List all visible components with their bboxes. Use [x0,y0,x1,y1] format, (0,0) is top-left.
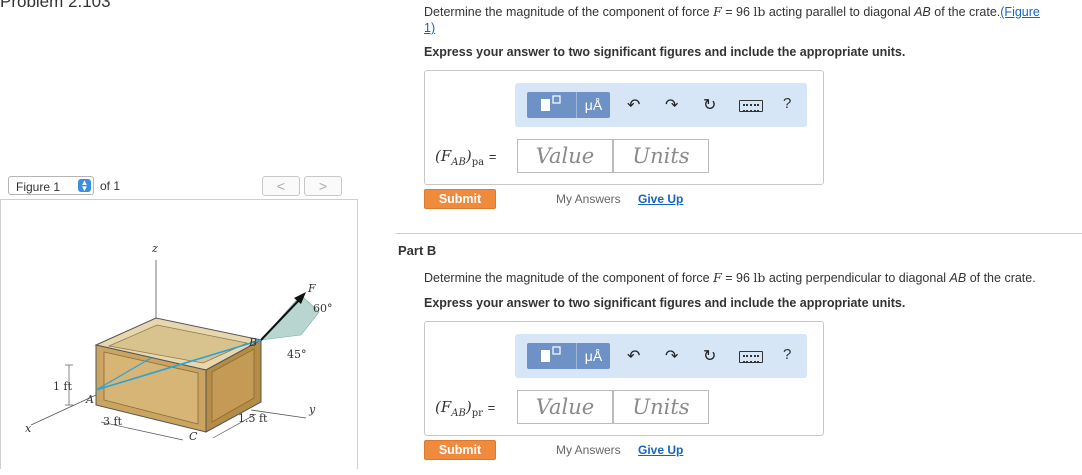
help-icon[interactable]: ? [783,346,791,363]
part-b-instruction: Express your answer to two significant f… [424,296,906,310]
point-a-label: A [85,393,94,406]
part-b-q-mid: acting perpendicular to diagonal [765,271,950,285]
redo-icon[interactable]: ↷ [665,346,678,366]
part-a-give-up[interactable]: Give Up [638,192,683,206]
part-a-toolbar: μÅ ↶ ↷ ↻ ? [515,83,807,127]
force-eq: = 96 [721,5,754,19]
part-b-units-input[interactable]: Units [613,390,709,424]
crate-figure: z x y F A B C 1 ft 3 ft 1.5 ft 60° 45° [25,242,333,443]
force-eq: = 96 [721,271,754,285]
figure-pager: Figure 1 ▲ ▼ of 1 < > [8,176,342,196]
equals-sign: = [488,149,497,164]
next-figure-button[interactable]: > [304,176,342,196]
part-b-toolbar: μÅ ↶ ↷ ↻ ? [515,334,807,378]
keyboard-icon[interactable] [739,100,763,112]
part-b-my-answers[interactable]: My Answers [556,443,621,457]
var-sub: AB [451,157,466,168]
redo-icon[interactable]: ↷ [665,95,678,115]
part-b-q-suffix: of the crate. [966,271,1036,285]
prev-figure-button[interactable]: < [262,176,300,196]
force-unit: lb [753,4,766,19]
var-sub2: pr [471,408,483,419]
axis-y-label: y [308,403,316,416]
equals-sign: = [487,400,496,415]
templates-icon [541,95,561,111]
axis-x-label: x [25,422,32,435]
angle-45-label: 45° [287,348,307,361]
figure-select[interactable]: Figure 1 ▲ ▼ [8,176,94,195]
var-sub2: pa [471,157,485,168]
part-a-variable: (FAB)pa = [435,147,496,168]
units-button[interactable]: μÅ [576,343,610,369]
point-b-label: B [248,336,257,349]
figure-select-value: Figure 1 [16,180,61,194]
help-icon[interactable]: ? [783,95,791,112]
figure-panel: z x y F A B C 1 ft 3 ft 1.5 ft 60° 45° [0,199,358,469]
part-a-q-mid: acting parallel to diagonal [765,5,915,19]
dim-1-5ft-label: 1.5 ft [238,412,268,425]
part-b-title: Part B [398,243,437,258]
dim-1ft-label: 1 ft [53,380,73,393]
part-b-value-input[interactable]: Value [517,390,613,424]
part-a-instruction: Express your answer to two significant f… [424,45,906,59]
part-a-submit-button[interactable]: Submit [424,189,496,209]
figure-count: of 1 [100,179,121,193]
undo-icon[interactable]: ↶ [627,95,640,115]
part-b-question: Determine the magnitude of the component… [424,270,1074,285]
part-b-q-text: Determine the magnitude of the component… [424,271,714,285]
force-unit: lb [753,270,766,285]
reset-icon[interactable]: ↻ [703,95,716,115]
var-sub: AB [451,408,466,419]
diagonal-ab: AB [949,271,967,285]
units-button[interactable]: μÅ [576,92,610,118]
part-a-my-answers[interactable]: My Answers [556,192,621,206]
dim-3ft-label: 3 ft [103,415,123,428]
figure-link-2[interactable]: 1) [424,21,435,35]
part-b-give-up[interactable]: Give Up [638,443,683,457]
force-var: F [713,270,722,285]
diagonal-ab: AB [914,5,931,19]
point-c-label: C [189,430,198,443]
var-main: (F [435,398,452,416]
axis-z-label: z [151,242,158,255]
reset-icon[interactable]: ↻ [703,346,716,366]
force-var: F [713,4,722,19]
part-a-q-suffix: of the crate. [930,5,1001,19]
templates-button[interactable] [527,343,577,369]
chevron-left-icon: < [276,178,286,194]
part-a-units-input[interactable]: Units [613,139,709,173]
part-a-answer-box: μÅ ↶ ↷ ↻ ? (FAB)pa = Value Units [424,70,824,185]
undo-icon[interactable]: ↶ [627,346,640,366]
problem-title: Problem 2.103 [0,0,111,11]
templates-icon [541,346,561,362]
force-f-label: F [307,282,316,295]
part-a-question: Determine the magnitude of the component… [424,4,1074,36]
var-main: (F [435,147,452,165]
chevron-updown-icon: ▲ ▼ [78,179,91,193]
templates-button[interactable] [527,92,577,118]
part-b-answer-box: μÅ ↶ ↷ ↻ ? (FAB)pr = Value Units [424,321,824,436]
part-a-q-text: Determine the magnitude of the component… [424,5,714,19]
keyboard-icon[interactable] [739,351,763,363]
part-a-value-input[interactable]: Value [517,139,613,173]
part-b-variable: (FAB)pr = [435,398,495,419]
part-b-submit-button[interactable]: Submit [424,440,496,460]
figure-link[interactable]: (Figure [1000,5,1040,19]
angle-60-label: 60° [313,302,333,315]
divider [396,233,1082,234]
chevron-right-icon: > [318,178,328,194]
